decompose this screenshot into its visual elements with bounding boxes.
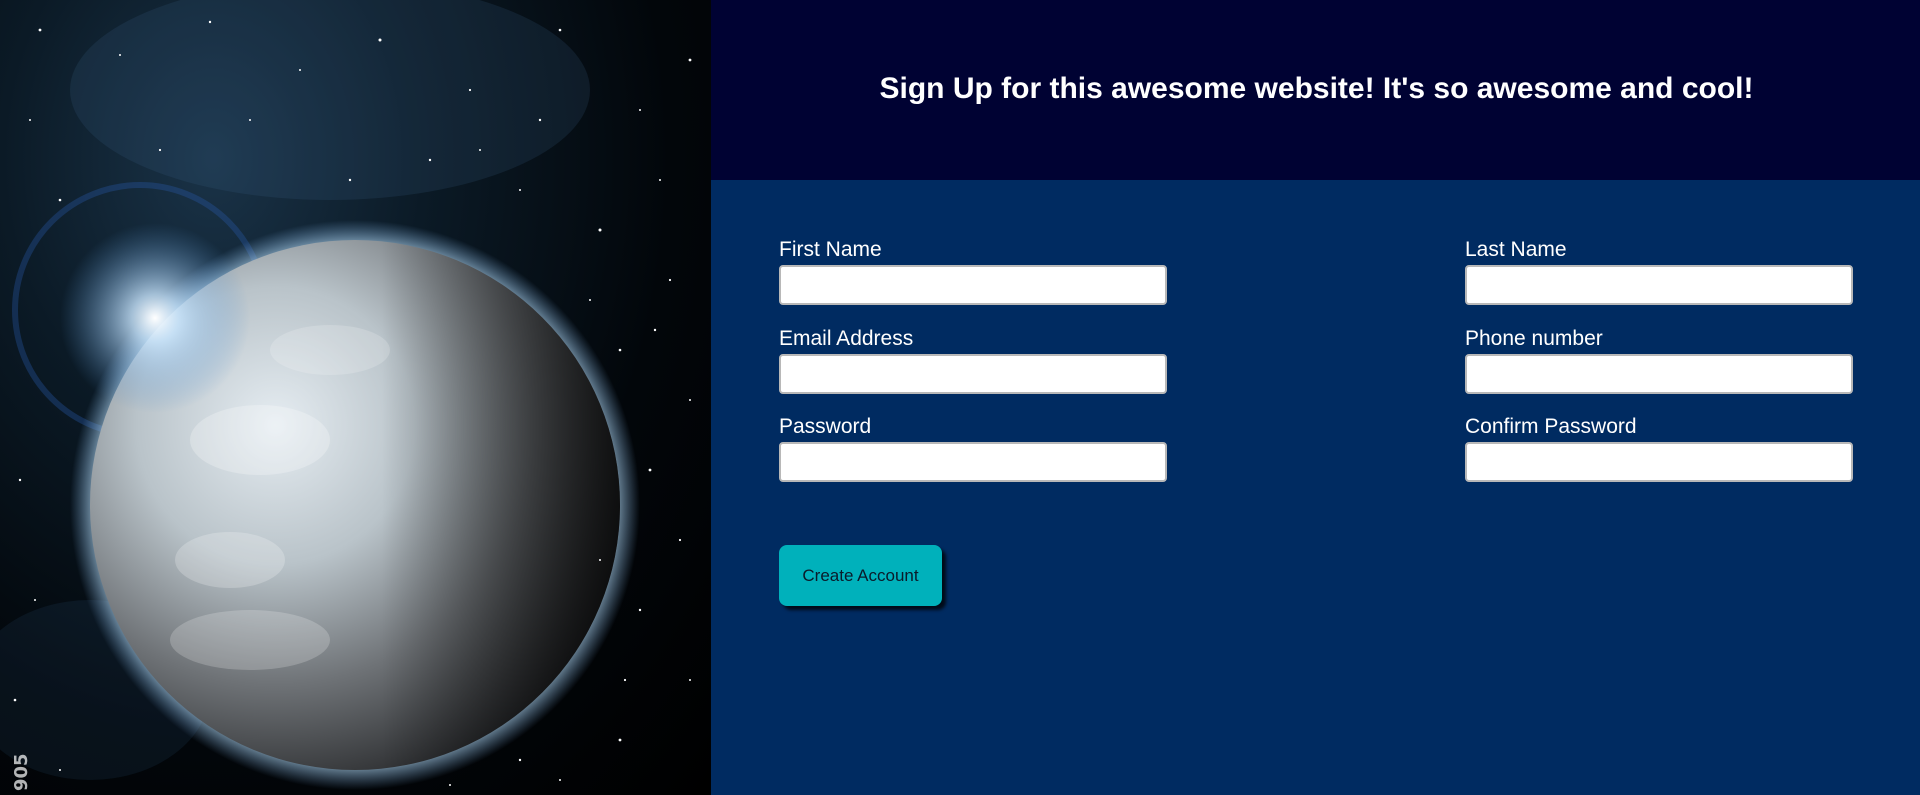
panel-header: Sign Up for this awesome website! It's s… — [711, 0, 1920, 180]
password-group: Password — [779, 415, 1167, 482]
first-name-label: First Name — [779, 238, 882, 261]
signup-form: First Name Last Name Email Address Phone… — [711, 180, 1920, 795]
email-field[interactable] — [779, 354, 1167, 394]
email-label: Email Address — [779, 327, 914, 350]
planet-illustration — [0, 0, 692, 790]
confirm-password-label: Confirm Password — [1465, 415, 1637, 438]
phone-field[interactable] — [1465, 354, 1853, 394]
password-field[interactable] — [779, 442, 1167, 482]
confirm-password-group: Confirm Password — [1465, 415, 1853, 482]
confirm-password-field[interactable] — [1465, 442, 1853, 482]
first-name-field[interactable] — [779, 265, 1167, 305]
signup-page: 905 Sign Up for this awesome website! It… — [0, 0, 1920, 795]
last-name-group: Last Name — [1465, 238, 1853, 305]
stock-id-text: 905 — [11, 753, 32, 791]
last-name-field[interactable] — [1465, 265, 1853, 305]
hero-planet-image: 905 — [0, 0, 711, 795]
phone-label: Phone number — [1465, 327, 1603, 350]
phone-group: Phone number — [1465, 327, 1853, 394]
create-account-button[interactable]: Create Account — [779, 545, 942, 606]
email-group: Email Address — [779, 327, 1167, 394]
page-title: Sign Up for this awesome website! It's s… — [879, 72, 1754, 105]
first-name-group: First Name — [779, 238, 1167, 305]
last-name-label: Last Name — [1465, 238, 1567, 261]
password-label: Password — [779, 415, 872, 438]
signup-panel: Sign Up for this awesome website! It's s… — [711, 0, 1920, 795]
